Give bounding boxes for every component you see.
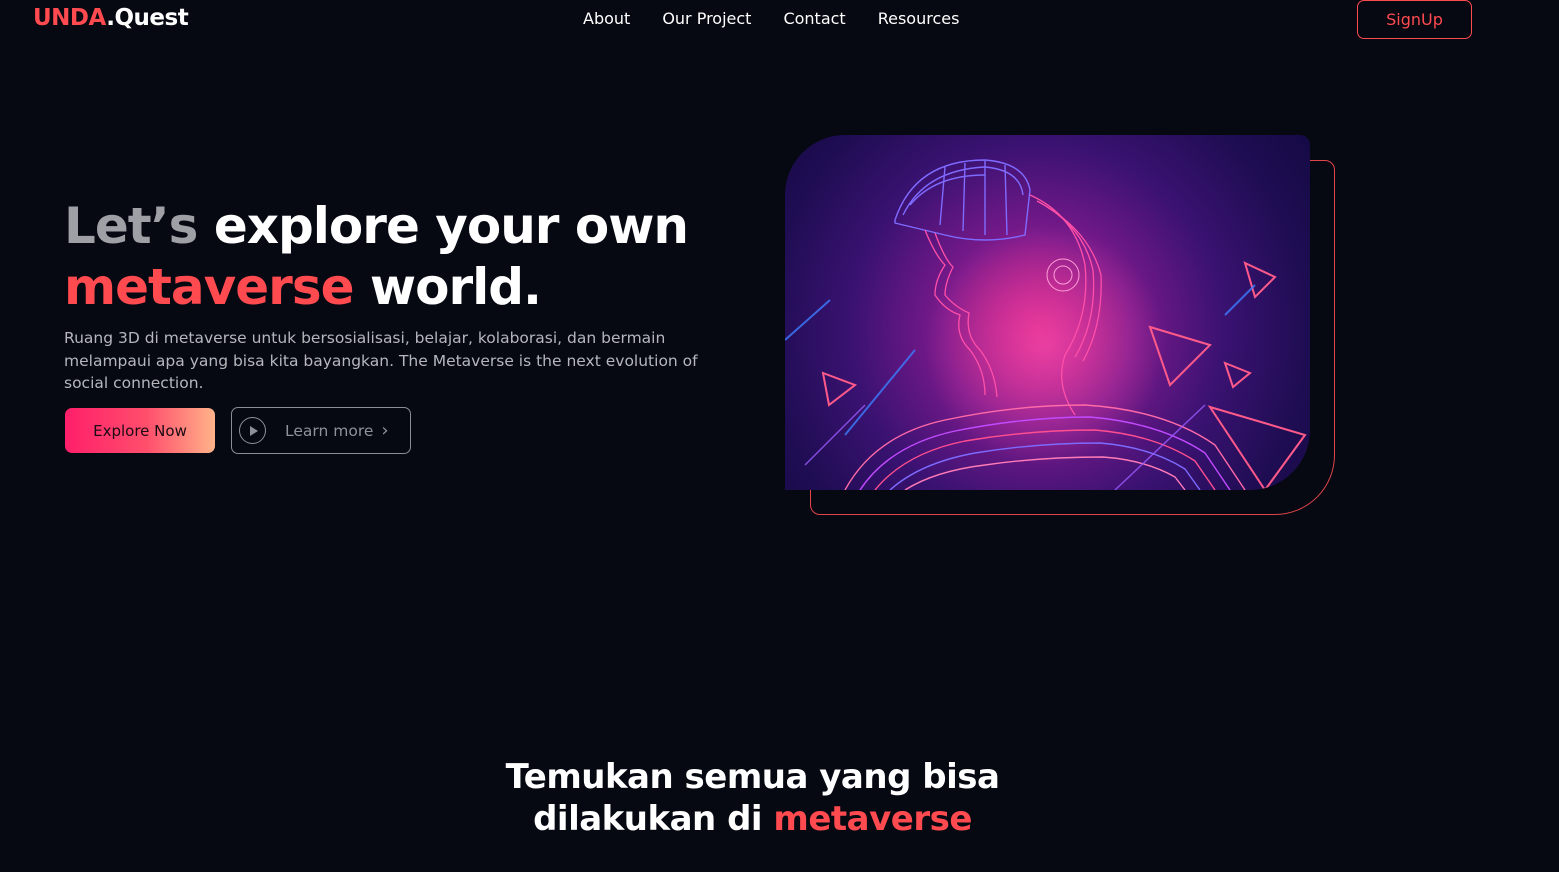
- signup-button[interactable]: SignUp: [1357, 0, 1472, 39]
- section-title-accent: metaverse: [773, 799, 972, 839]
- hero-title-part1: explore your own: [197, 197, 689, 255]
- learn-more-label: Learn more: [285, 421, 374, 440]
- nav-link-about[interactable]: About: [583, 9, 630, 28]
- nav-link-our-project[interactable]: Our Project: [662, 9, 751, 28]
- hero-description: Ruang 3D di metaverse untuk bersosialisa…: [64, 329, 698, 392]
- play-icon: [239, 417, 266, 444]
- learn-more-button[interactable]: Learn more ›: [231, 407, 411, 454]
- vr-headset-person-illustration: [785, 135, 1310, 490]
- nav-link-resources[interactable]: Resources: [878, 9, 960, 28]
- section-title: Temukan semua yang bisa dilakukan di met…: [0, 756, 1505, 840]
- chevron-right-icon: ›: [381, 420, 389, 441]
- hero-title-muted: Let’s: [64, 197, 198, 255]
- explore-now-button[interactable]: Explore Now: [65, 408, 215, 453]
- main-nav: About Our Project Contact Resources: [583, 9, 959, 28]
- logo-brand: UNDA: [33, 5, 107, 31]
- hero-title-accent: metaverse: [64, 258, 354, 316]
- logo[interactable]: UNDA.Quest: [33, 5, 189, 31]
- illustration-graphic: [785, 159, 1307, 490]
- section-title-line1: Temukan semua yang bisa: [505, 757, 1000, 797]
- logo-suffix: .Quest: [106, 5, 189, 31]
- landing-page: UNDA.Quest About Our Project Contact Res…: [0, 0, 1559, 872]
- section-title-line2-prefix: dilakukan di: [533, 799, 774, 839]
- hero-title-part2: world.: [353, 258, 542, 316]
- hero-title: Let’s explore your own metaverse world.: [64, 196, 689, 318]
- nav-link-contact[interactable]: Contact: [783, 9, 845, 28]
